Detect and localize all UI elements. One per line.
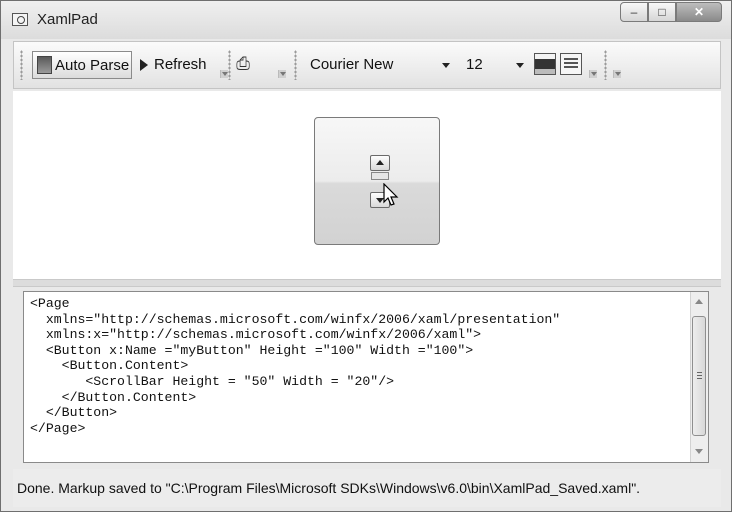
status-text: Done. Markup saved to "C:\Program Files\… (17, 480, 641, 496)
xaml-code-text[interactable]: <Page xmlns="http://schemas.microsoft.co… (30, 296, 560, 436)
pane-splitter[interactable] (13, 279, 721, 287)
chevron-down-icon (516, 63, 524, 68)
toolbar: Auto Parse Refresh ⎙ Courier New 12 (13, 41, 721, 89)
code-line: </Button.Content> (61, 389, 197, 405)
xamlpad-window: XamlPad – □ ✕ Auto Parse Refresh ⎙ Couri… (0, 0, 732, 512)
code-line: <Button x:Name ="myButton" Height ="100"… (45, 342, 474, 358)
toolbar-overflow-4[interactable] (613, 70, 621, 78)
code-line: <Page (30, 296, 70, 311)
close-icon: ✕ (693, 5, 705, 19)
auto-parse-label: Auto Parse (55, 57, 130, 74)
minimize-button[interactable]: – (620, 2, 648, 22)
scroll-thumb[interactable] (371, 172, 389, 180)
code-line: <Button.Content> (61, 358, 189, 374)
code-line: xmlns="http://schemas.microsoft.com/winf… (45, 311, 561, 327)
code-line: </Button> (45, 405, 118, 421)
code-line: </Page> (30, 420, 86, 436)
mouse-cursor-icon (383, 183, 399, 206)
toolbar-grip-4[interactable] (604, 50, 607, 80)
caption-buttons: – □ ✕ (620, 2, 722, 22)
font-family-select[interactable]: Courier New (304, 51, 452, 79)
print-icon[interactable]: ⎙ (233, 54, 253, 74)
minimize-icon: – (630, 5, 638, 19)
toolbar-overflow-1[interactable] (220, 70, 228, 78)
font-family-value: Courier New (310, 56, 394, 73)
refresh-play-icon (140, 59, 148, 71)
title-bar: XamlPad – □ ✕ (1, 1, 731, 39)
maximize-icon: □ (658, 5, 666, 19)
preview-area (13, 91, 721, 279)
auto-parse-button[interactable]: Auto Parse (32, 51, 132, 79)
theme-toggle-icon[interactable] (534, 53, 556, 75)
mybutton-preview[interactable] (314, 117, 440, 245)
chevron-down-icon (442, 63, 450, 68)
editor-scroll-thumb[interactable] (692, 316, 706, 436)
toolbar-overflow-3[interactable] (589, 70, 597, 78)
scroll-up-button[interactable] (370, 155, 390, 171)
app-icon[interactable] (12, 13, 28, 26)
auto-parse-toggle-icon (37, 56, 52, 74)
maximize-button[interactable]: □ (648, 2, 676, 22)
code-line: <ScrollBar Height = "50" Width = "20"/> (85, 373, 395, 389)
toolbar-overflow-2[interactable] (278, 70, 286, 78)
toolbar-grip[interactable] (20, 50, 23, 80)
window-title: XamlPad (37, 11, 98, 28)
toolbar-grip-3[interactable] (294, 50, 297, 80)
refresh-button[interactable]: Refresh (138, 51, 218, 79)
refresh-label: Refresh (154, 56, 207, 73)
code-line: xmlns:x="http://schemas.microsoft.com/wi… (45, 327, 482, 343)
scroll-up-icon[interactable] (695, 299, 703, 304)
scroll-down-icon[interactable] (695, 449, 703, 454)
properties-list-icon[interactable] (560, 53, 582, 75)
font-size-select[interactable]: 12 (460, 51, 530, 79)
status-bar: Done. Markup saved to "C:\Program Files\… (13, 469, 721, 507)
editor-scrollbar[interactable] (690, 292, 708, 462)
xaml-editor[interactable]: <Page xmlns="http://schemas.microsoft.co… (23, 291, 709, 463)
close-button[interactable]: ✕ (676, 2, 722, 22)
toolbar-grip-2[interactable] (228, 50, 231, 80)
font-size-value: 12 (466, 56, 483, 73)
